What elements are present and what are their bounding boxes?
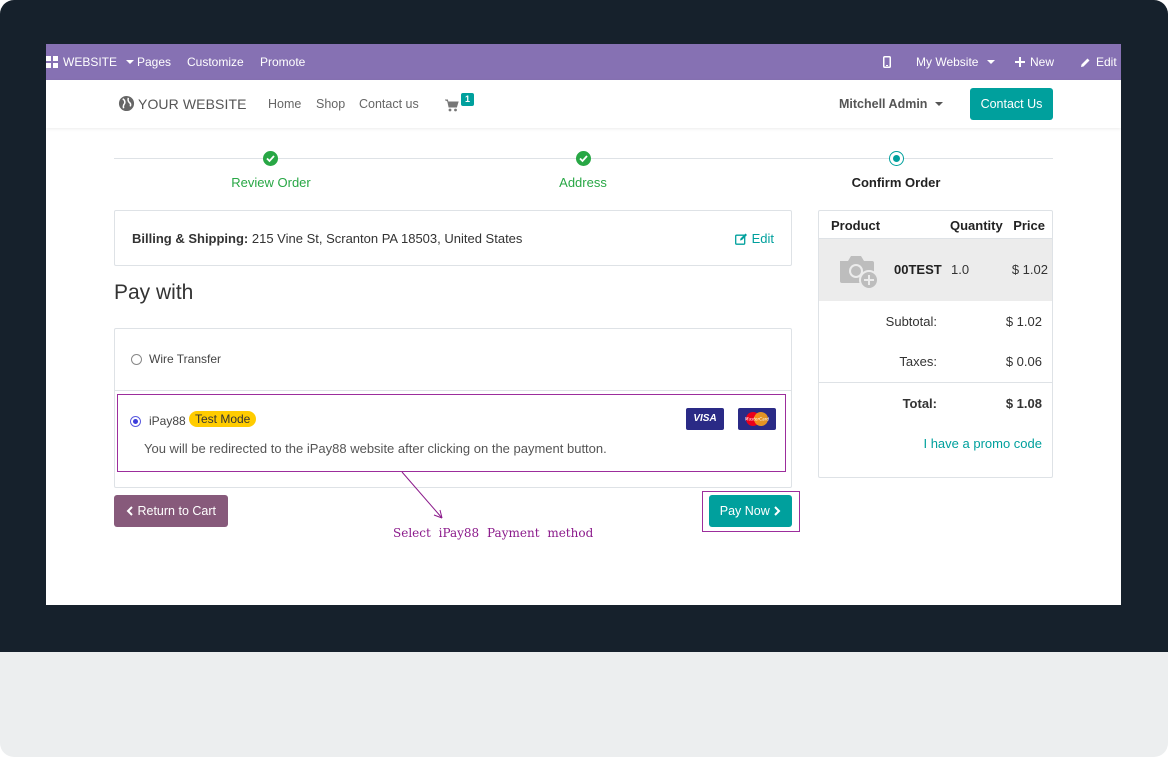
- website-menu-label: WEBSITE: [63, 55, 118, 69]
- promo-code-link[interactable]: I have a promo code: [923, 436, 1042, 451]
- col-quantity: Quantity: [950, 218, 1003, 233]
- nav-home[interactable]: Home: [268, 97, 301, 111]
- wire-transfer-label: Wire Transfer: [149, 352, 222, 366]
- promote-menu[interactable]: Promote: [260, 44, 305, 80]
- pay-now-label: Pay Now: [719, 504, 770, 518]
- edit-label: Edit: [1096, 55, 1117, 69]
- product-quantity: 1.0: [951, 262, 970, 277]
- payment-option-wire-transfer[interactable]: Wire Transfer: [115, 329, 791, 391]
- site-logo[interactable]: YOUR WEBSITE: [118, 95, 247, 112]
- total-label: Total:: [902, 396, 937, 411]
- product-name[interactable]: 00TEST: [894, 262, 942, 277]
- summary-divider: [819, 382, 1052, 383]
- customize-menu[interactable]: Customize: [187, 44, 244, 80]
- pay-now-button[interactable]: Pay Now: [709, 495, 792, 527]
- chevron-right-icon: [774, 506, 781, 516]
- caret-down-icon: [126, 60, 135, 64]
- edit-address-link[interactable]: Edit: [734, 231, 774, 246]
- website-menu[interactable]: WEBSITE: [46, 44, 135, 80]
- edit-link-label: Edit: [751, 231, 774, 246]
- contact-us-button[interactable]: Contact Us: [970, 88, 1053, 120]
- new-label: New: [1030, 55, 1055, 69]
- nav-contact-us[interactable]: Contact us: [359, 97, 419, 111]
- annotation-arrow-icon: [401, 471, 443, 519]
- step-review-done-icon: [263, 151, 278, 166]
- step-confirm-current-icon: [889, 151, 904, 166]
- annotation-note: Select iPay88 Payment method: [393, 526, 594, 540]
- browser-screen: WEBSITE Pages Customize Promote My Websi…: [46, 44, 1121, 605]
- shopping-cart-icon: [445, 99, 459, 112]
- product-image-placeholder-icon: [840, 256, 879, 290]
- return-to-cart-button[interactable]: Return to Cart: [114, 495, 228, 527]
- subtotal-label: Subtotal:: [885, 314, 937, 329]
- step-confirm-order: Confirm Order: [851, 175, 941, 190]
- caret-down-icon: [987, 60, 996, 64]
- product-price: $ 1.02: [1011, 262, 1048, 277]
- billing-label: Billing & Shipping:: [132, 231, 249, 246]
- step-address[interactable]: Address: [559, 175, 607, 190]
- cart-count-badge: 1: [461, 93, 474, 106]
- return-to-cart-label: Return to Cart: [137, 504, 216, 518]
- pay-with-title: Pay with: [114, 281, 194, 304]
- my-website-menu[interactable]: My Website: [916, 44, 996, 80]
- order-line-row: 00TEST 1.0 $ 1.02: [819, 239, 1052, 301]
- edit-icon: [734, 233, 747, 245]
- nav-shop[interactable]: Shop: [316, 97, 345, 111]
- billing-address: Billing & Shipping: 215 Vine St, Scranto…: [132, 231, 522, 246]
- caret-down-icon: [935, 102, 944, 106]
- billing-shipping-box: Billing & Shipping: 215 Vine St, Scranto…: [114, 210, 792, 266]
- pages-menu[interactable]: Pages: [137, 44, 171, 80]
- col-price: Price: [1013, 218, 1045, 233]
- step-review-order[interactable]: Review Order: [231, 175, 310, 190]
- col-product: Product: [831, 218, 881, 233]
- site-header: YOUR WEBSITE Home Shop Contact us 1 Mitc…: [46, 80, 1121, 128]
- taxes-value: $ 0.06: [1005, 354, 1042, 369]
- step-address-done-icon: [576, 151, 591, 166]
- monitor-stand: [0, 652, 1168, 757]
- user-menu[interactable]: Mitchell Admin: [839, 97, 944, 111]
- ipay88-highlight-box: [117, 394, 786, 472]
- edit-button[interactable]: Edit: [1080, 44, 1117, 80]
- total-value: $ 1.08: [1005, 396, 1042, 411]
- mobile-preview-button[interactable]: [883, 44, 891, 80]
- subtotal-value: $ 1.02: [1005, 314, 1042, 329]
- user-name: Mitchell Admin: [839, 97, 928, 111]
- billing-address-value: 215 Vine St, Scranton PA 18503, United S…: [248, 231, 523, 246]
- taxes-label: Taxes:: [899, 354, 937, 369]
- logo-text: YOUR WEBSITE: [138, 95, 247, 112]
- plus-icon: [1015, 57, 1025, 67]
- admin-bar: WEBSITE Pages Customize Promote My Websi…: [46, 44, 1121, 80]
- summary-header-row: Product Quantity Price: [819, 211, 1052, 239]
- globe-icon: [118, 95, 135, 112]
- chevron-left-icon: [126, 506, 133, 516]
- mobile-icon: [883, 56, 891, 68]
- new-button[interactable]: New: [1015, 44, 1054, 80]
- order-summary: Product Quantity Price 00TEST 1.0 $ 1.02…: [818, 210, 1053, 478]
- wire-transfer-radio[interactable]: [131, 354, 142, 365]
- my-website-label: My Website: [916, 55, 979, 69]
- apps-grid-icon: [46, 56, 58, 68]
- pencil-icon: [1081, 58, 1090, 67]
